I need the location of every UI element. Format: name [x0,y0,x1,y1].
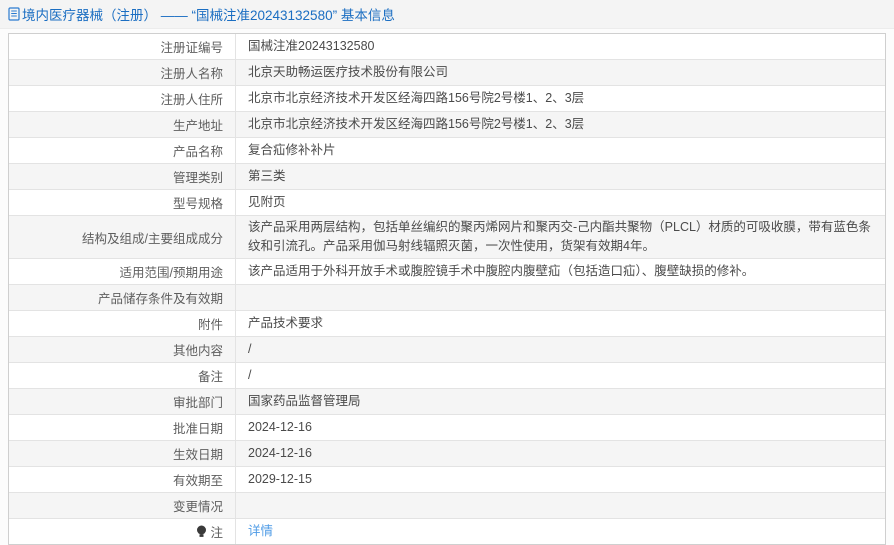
row-value: 北京市北京经济技术开发区经海四路156号院2号楼1、2、3层 [248,117,585,131]
table-row-change-status: 变更情况 [9,492,885,518]
table-row-intended-use: 适用范围/预期用途 该产品适用于外科开放手术或腹腔镜手术中腹腔内腹壁疝（包括造口… [9,258,885,284]
page-header: 境内医疗器械（注册） —— “国械注准20243132580” 基本信息 [0,0,894,29]
row-label: 产品储存条件及有效期 [9,285,236,310]
row-value [236,285,885,310]
table-row-remarks: 备注 / [9,362,885,388]
row-label: 审批部门 [9,389,236,414]
document-icon [8,7,20,21]
table-row-registrant-address: 注册人住所 北京市北京经济技术开发区经海四路156号院2号楼1、2、3层 [9,85,885,111]
row-label: 注册人住所 [9,86,236,111]
row-label: 其他内容 [9,337,236,362]
row-value: / [248,368,252,382]
row-value: 产品技术要求 [248,316,324,330]
table-row-production-address: 生产地址 北京市北京经济技术开发区经海四路156号院2号楼1、2、3层 [9,111,885,137]
row-label: 管理类别 [9,164,236,189]
row-label: 变更情况 [9,493,236,518]
registration-info-table: 注册证编号 国械注准20243132580 注册人名称 北京天助畅运医疗技术股份… [8,33,886,545]
row-label: 注册人名称 [9,60,236,85]
row-value: 复合疝修补补片 [248,143,336,157]
row-value: 该产品适用于外科开放手术或腹腔镜手术中腹腔内腹壁疝（包括造口疝）、腹壁缺损的修补… [248,264,755,278]
row-value: 国家药品监督管理局 [248,394,361,408]
row-value: 2024-12-16 [248,420,312,434]
page-title: 境内医疗器械（注册） —— “国械注准20243132580” 基本信息 [22,8,395,23]
row-label: 备注 [9,363,236,388]
row-label: 结构及组成/主要组成成分 [9,216,236,258]
row-label: 附件 [9,311,236,336]
table-row-approval-department: 审批部门 国家药品监督管理局 [9,388,885,414]
row-label: 生产地址 [9,112,236,137]
table-row-attachment: 附件 产品技术要求 [9,310,885,336]
table-row-product-name: 产品名称 复合疝修补补片 [9,137,885,163]
table-row-registration-number: 注册证编号 国械注准20243132580 [9,34,885,59]
lightbulb-icon [196,525,207,538]
row-label: 注 [9,519,236,544]
row-value: 2024-12-16 [248,446,312,460]
row-label: 注册证编号 [9,34,236,59]
table-row-registrant-name: 注册人名称 北京天助畅运医疗技术股份有限公司 [9,59,885,85]
row-value: 该产品采用两层结构，包括单丝编织的聚丙烯网片和聚丙交-己内酯共聚物（PLCL）材… [248,220,871,253]
row-value: 详情 [236,519,885,544]
row-value: 国械注准20243132580 [248,39,375,53]
table-row-expiry-date: 有效期至 2029-12-15 [9,466,885,492]
table-row-other-content: 其他内容 / [9,336,885,362]
detail-link[interactable]: 详情 [248,522,273,541]
table-row-note: 注 详情 [9,518,885,544]
row-label: 产品名称 [9,138,236,163]
table-row-effective-date: 生效日期 2024-12-16 [9,440,885,466]
row-value: 2029-12-15 [248,472,312,486]
row-label: 生效日期 [9,441,236,466]
table-row-model-spec: 型号规格 见附页 [9,189,885,215]
table-row-management-category: 管理类别 第三类 [9,163,885,189]
table-row-approval-date: 批准日期 2024-12-16 [9,414,885,440]
row-value: 北京天助畅运医疗技术股份有限公司 [248,65,449,79]
row-value: / [248,342,252,356]
row-label: 适用范围/预期用途 [9,259,236,284]
row-value: 第三类 [248,169,286,183]
row-label: 型号规格 [9,190,236,215]
row-value [236,493,885,518]
row-label-text: 注 [210,526,223,540]
table-row-structure-composition: 结构及组成/主要组成成分 该产品采用两层结构，包括单丝编织的聚丙烯网片和聚丙交-… [9,215,885,258]
row-value: 北京市北京经济技术开发区经海四路156号院2号楼1、2、3层 [248,91,585,105]
row-value: 见附页 [248,195,286,209]
row-label: 有效期至 [9,467,236,492]
row-label: 批准日期 [9,415,236,440]
table-row-storage-conditions: 产品储存条件及有效期 [9,284,885,310]
